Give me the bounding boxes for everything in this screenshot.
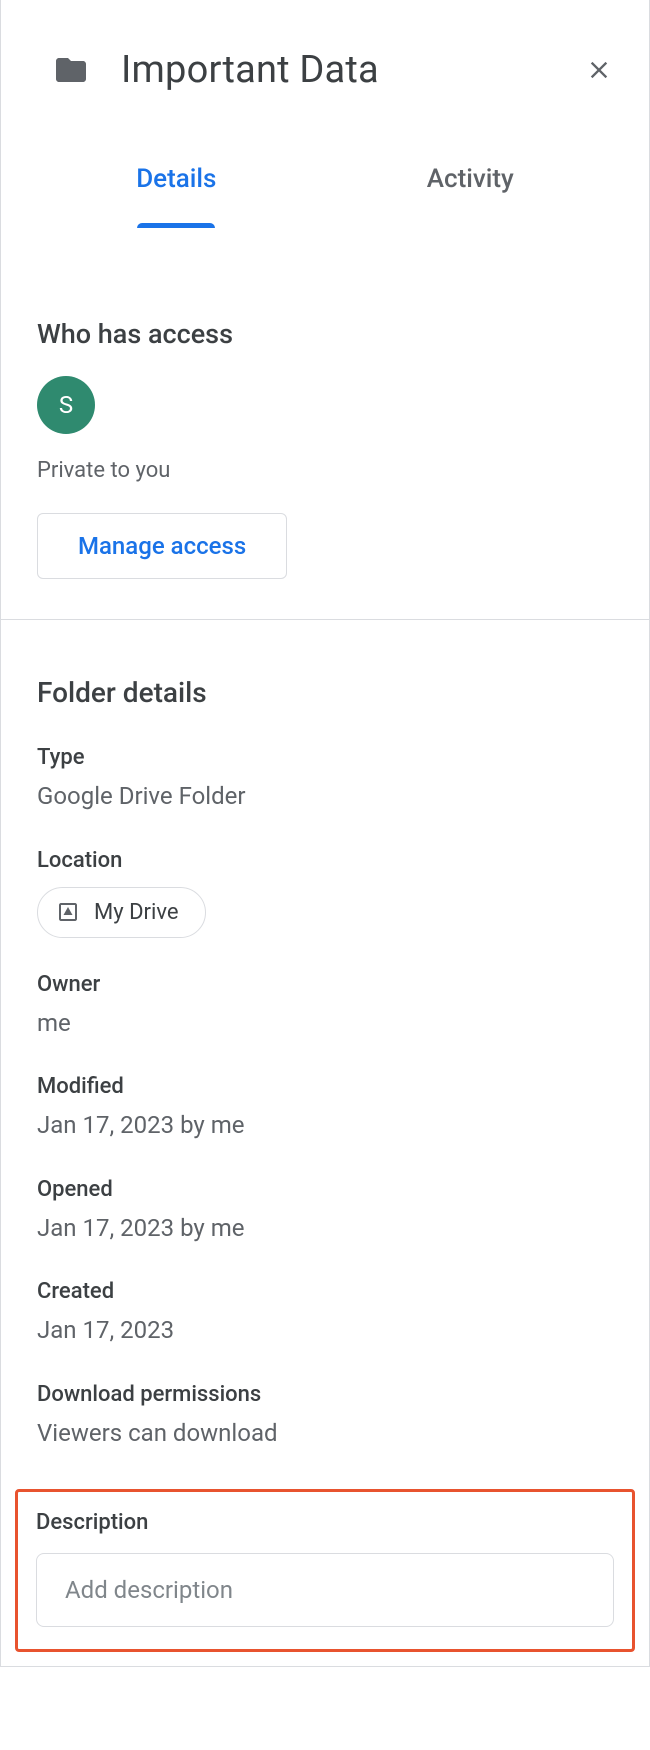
owner-avatar[interactable]: S [37,376,95,434]
location-value: My Drive [94,900,179,925]
field-opened: Opened Jan 17, 2023 by me [37,1177,613,1246]
type-label: Type [37,745,613,770]
tab-bar: Details Activity [1,120,649,228]
created-label: Created [37,1279,613,1304]
owner-value: me [37,1007,613,1041]
location-chip[interactable]: My Drive [37,887,206,938]
description-highlight: Description [15,1489,635,1652]
close-button[interactable] [585,56,613,84]
description-input[interactable] [36,1553,614,1627]
close-icon [585,56,613,84]
access-section: Who has access S Private to you Manage a… [1,228,649,620]
tab-activity[interactable]: Activity [427,164,514,228]
tab-details[interactable]: Details [136,164,216,228]
folder-icon [49,52,93,88]
access-heading: Who has access [37,318,613,350]
field-type: Type Google Drive Folder [37,745,613,814]
type-value: Google Drive Folder [37,780,613,814]
modified-label: Modified [37,1074,613,1099]
field-download-permissions: Download permissions Viewers can downloa… [37,1382,613,1451]
created-value: Jan 17, 2023 [37,1314,613,1348]
field-owner: Owner me [37,972,613,1041]
manage-access-button[interactable]: Manage access [37,513,287,579]
download-label: Download permissions [37,1382,613,1407]
opened-value: Jan 17, 2023 by me [37,1212,613,1246]
field-modified: Modified Jan 17, 2023 by me [37,1074,613,1143]
field-location: Location My Drive [37,848,613,938]
description-label: Description [36,1510,614,1535]
folder-details-heading: Folder details [37,676,613,709]
download-value: Viewers can download [37,1417,613,1451]
owner-label: Owner [37,972,613,997]
panel-header: Important Data [1,0,649,120]
modified-value: Jan 17, 2023 by me [37,1109,613,1143]
panel-title: Important Data [121,48,557,92]
privacy-text: Private to you [37,458,613,483]
my-drive-icon [56,900,80,924]
location-label: Location [37,848,613,873]
details-panel: Important Data Details Activity Who has … [0,0,650,1667]
folder-details-section: Folder details Type Google Drive Folder … [1,620,649,1489]
opened-label: Opened [37,1177,613,1202]
field-created: Created Jan 17, 2023 [37,1279,613,1348]
